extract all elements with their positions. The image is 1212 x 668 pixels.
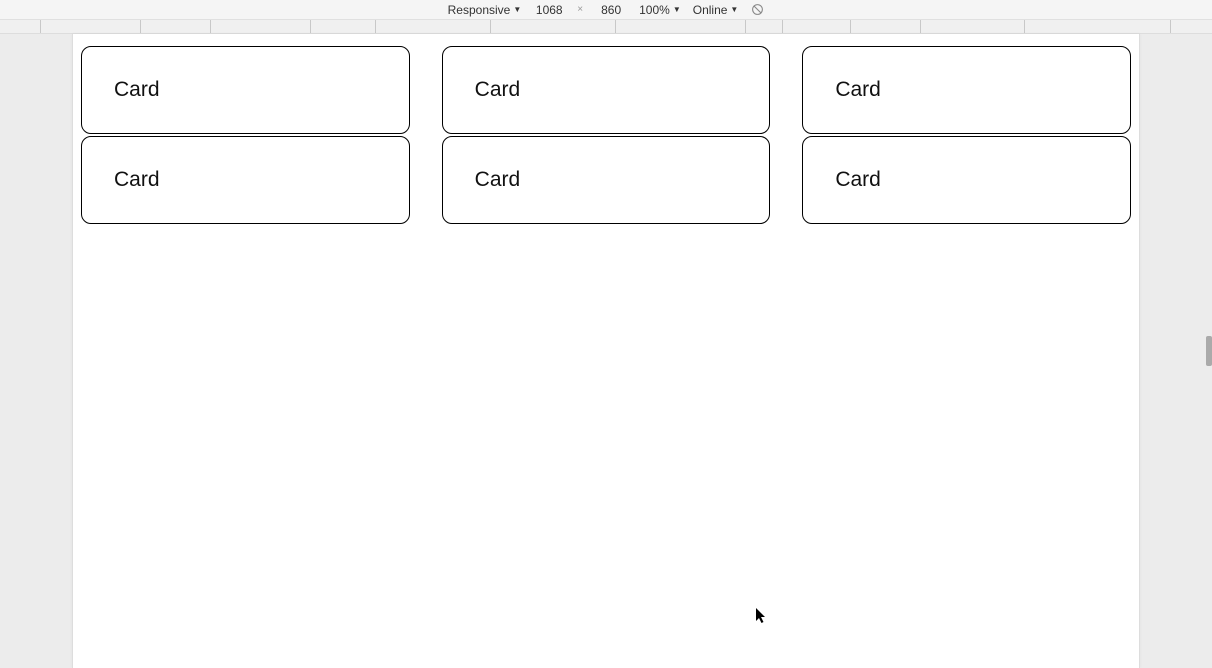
card[interactable]: Card (442, 136, 771, 224)
card[interactable]: Card (802, 136, 1131, 224)
rotate-icon[interactable] (750, 3, 764, 17)
ruler-bar (0, 20, 1212, 34)
card-label: Card (835, 168, 881, 192)
resize-handle[interactable] (1206, 336, 1212, 366)
throttle-label: Online (693, 3, 728, 17)
chevron-down-icon: ▼ (730, 5, 738, 14)
viewport-container: Card Card Card Card Card Card (0, 34, 1212, 668)
card[interactable]: Card (802, 46, 1131, 134)
chevron-down-icon: ▼ (513, 5, 521, 14)
zoom-label: 100% (639, 3, 670, 17)
card-grid: Card Card Card Card Card Card (81, 46, 1131, 224)
zoom-selector[interactable]: 100% ▼ (639, 3, 681, 17)
card-label: Card (114, 78, 160, 102)
device-label: Responsive (448, 3, 511, 17)
responsive-viewport: Card Card Card Card Card Card (72, 34, 1140, 668)
viewport-width-input[interactable]: 1068 (533, 3, 565, 17)
dimension-separator: × (577, 4, 583, 15)
card-label: Card (475, 78, 521, 102)
card[interactable]: Card (442, 46, 771, 134)
device-selector[interactable]: Responsive ▼ (448, 3, 522, 17)
chevron-down-icon: ▼ (673, 5, 681, 14)
card-label: Card (835, 78, 881, 102)
card-label: Card (475, 168, 521, 192)
card[interactable]: Card (81, 46, 410, 134)
card[interactable]: Card (81, 136, 410, 224)
throttle-selector[interactable]: Online ▼ (693, 3, 739, 17)
devtools-toolbar: Responsive ▼ 1068 × 860 100% ▼ Online ▼ (0, 0, 1212, 20)
viewport-height-input[interactable]: 860 (595, 3, 627, 17)
card-label: Card (114, 168, 160, 192)
